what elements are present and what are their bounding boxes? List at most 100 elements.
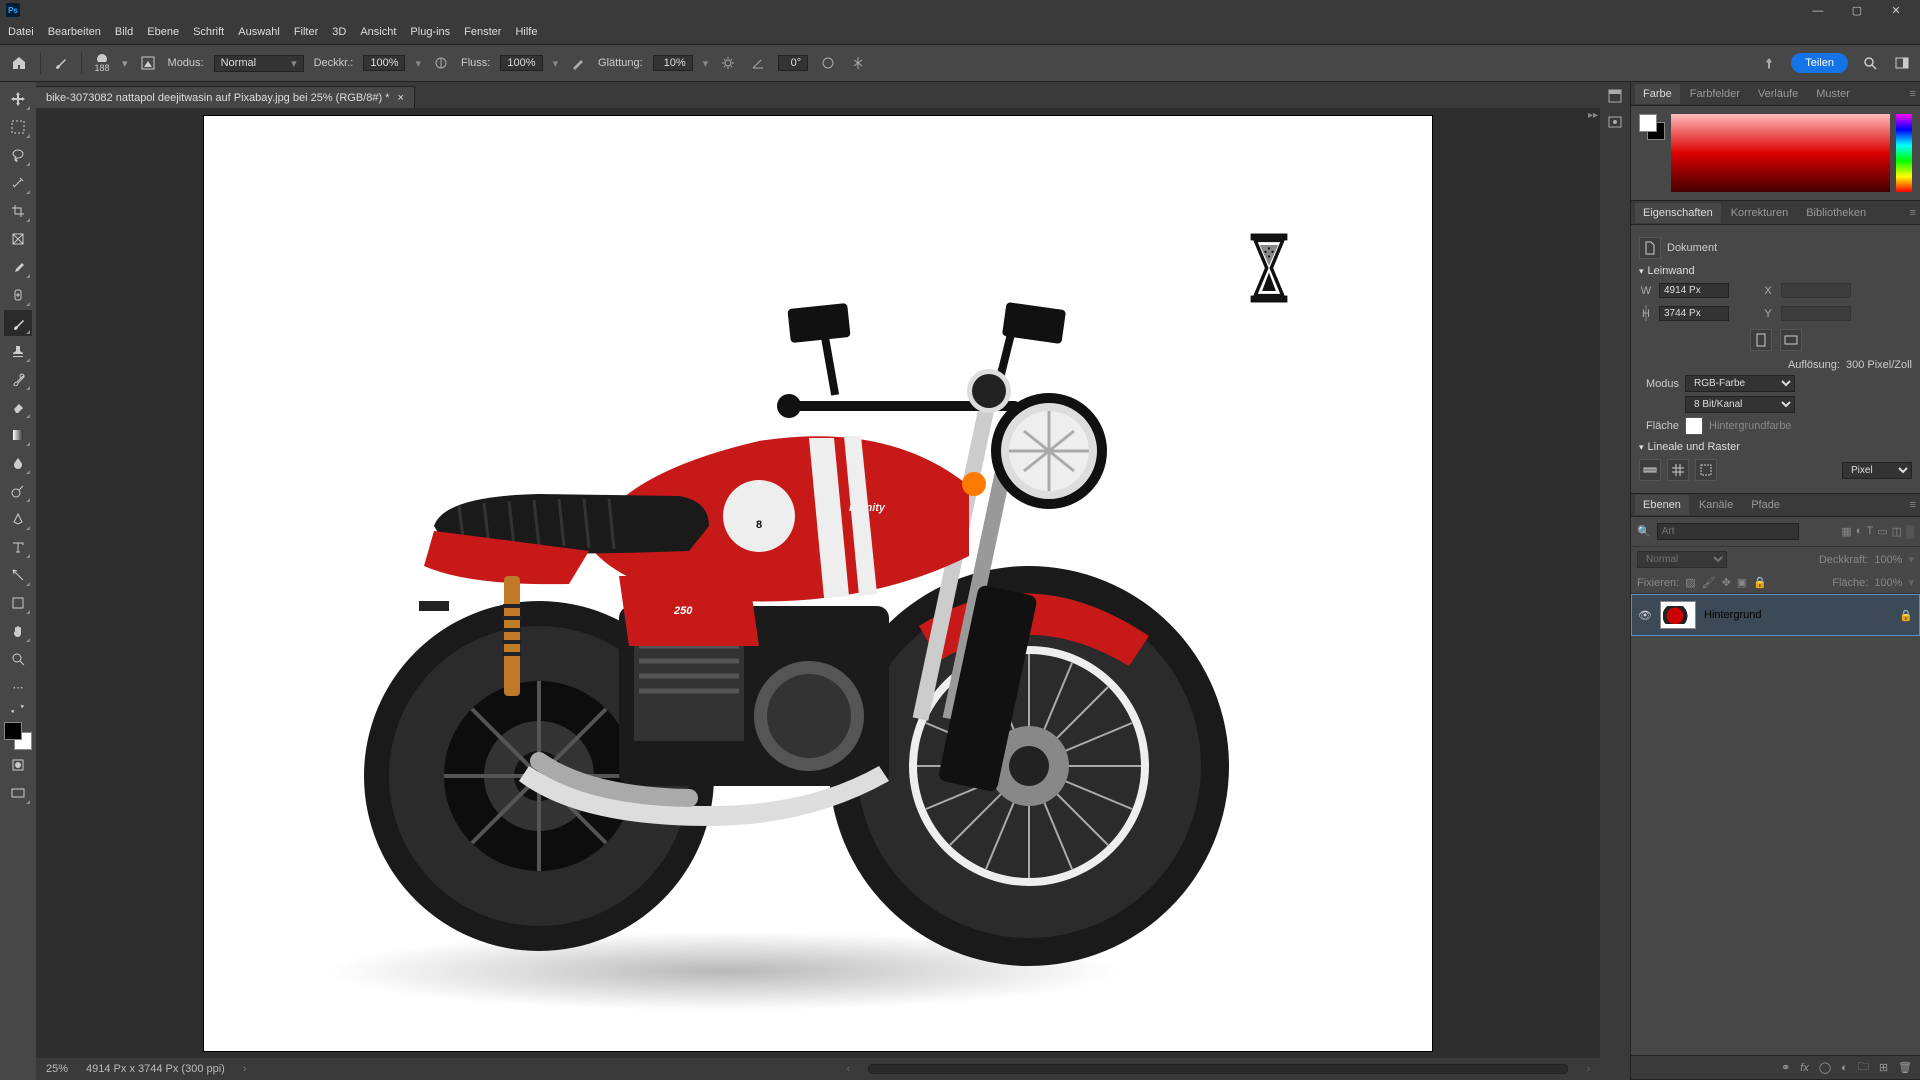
lasso-tool-icon[interactable] [4,142,32,168]
tab-farbe[interactable]: Farbe [1635,84,1680,104]
airbrush-icon[interactable] [568,53,588,73]
menu-ebene[interactable]: Ebene [147,26,179,38]
minimize-icon[interactable]: — [1800,5,1836,17]
search-icon[interactable] [1860,53,1880,73]
menu-3d[interactable]: 3D [332,26,346,38]
panel-menu-icon[interactable]: ≡ [1910,499,1916,511]
screenmode-icon[interactable] [4,780,32,806]
share-button[interactable]: Teilen [1791,53,1848,73]
crop-tool-icon[interactable] [4,198,32,224]
menu-fenster[interactable]: Fenster [464,26,501,38]
blend-mode-select[interactable]: Normal ▾ [214,55,304,72]
tab-kanale[interactable]: Kanäle [1691,495,1741,515]
dodge-tool-icon[interactable] [4,478,32,504]
home-icon[interactable] [8,52,30,74]
tab-eigenschaften[interactable]: Eigenschaften [1635,203,1721,223]
x-input[interactable] [1781,283,1851,298]
height-input[interactable] [1659,306,1729,321]
orientation-portrait-icon[interactable] [1750,329,1772,351]
menu-datei[interactable]: Datei [8,26,34,38]
tab-muster[interactable]: Muster [1808,84,1858,104]
pin-icon[interactable] [1759,53,1779,73]
fx-icon[interactable]: fx [1800,1062,1809,1074]
tab-korrekturen[interactable]: Korrekturen [1723,203,1796,223]
width-input[interactable] [1659,283,1729,298]
filter-adjust-icon[interactable]: ◐ [1856,525,1863,539]
tab-bibliotheken[interactable]: Bibliotheken [1798,203,1874,223]
gradient-tool-icon[interactable] [4,422,32,448]
window-buttons[interactable]: — ▢ ✕ [1800,4,1914,17]
filter-type-icon[interactable]: T [1866,525,1873,539]
heal-tool-icon[interactable] [4,282,32,308]
delete-icon[interactable]: 🗑 [1898,1061,1912,1074]
adjustment-icon[interactable]: ◐ [1841,1062,1848,1074]
menu-filter[interactable]: Filter [294,26,318,38]
layer-name[interactable]: Hintergrund [1704,609,1761,621]
close-tab-icon[interactable]: × [397,92,403,104]
quickmask-icon[interactable] [4,752,32,778]
panel-icon-b[interactable] [1607,114,1623,130]
pressure-opacity-icon[interactable] [431,53,451,73]
canvas[interactable]: ▸▸ [36,108,1600,1058]
shape-tool-icon[interactable] [4,590,32,616]
brush-preset-icon[interactable]: 188 [92,53,112,73]
collapse-panels-icon[interactable]: ▸▸ [1588,110,1598,121]
move-tool-icon[interactable] [4,86,32,112]
lock-all-icon[interactable]: 🔒 [1753,576,1767,589]
symmetry-icon[interactable] [848,53,868,73]
smoothing-gear-icon[interactable] [718,53,738,73]
pen-tool-icon[interactable] [4,506,32,532]
zoom-tool-icon[interactable] [4,646,32,672]
opacity-value[interactable]: 100% [363,55,405,71]
zoom-level[interactable]: 25% [46,1063,68,1075]
ruler-icon[interactable] [1639,459,1661,481]
smoothing-value[interactable]: 10% [653,55,693,71]
lock-artboard-icon[interactable]: ▣ [1737,576,1747,589]
link-layers-icon[interactable]: ⚭ [1781,1061,1790,1074]
marquee-tool-icon[interactable] [4,114,32,140]
panel-icon-a[interactable] [1607,88,1623,104]
y-input[interactable] [1781,306,1851,321]
mask-icon[interactable]: ◯ [1819,1061,1831,1074]
pressure-size-icon[interactable] [818,53,838,73]
tab-verlaufe[interactable]: Verläufe [1750,84,1806,104]
angle-value[interactable]: 0° [778,55,808,71]
grid-icon[interactable] [1667,459,1689,481]
visibility-icon[interactable]: 👁 [1638,609,1652,622]
eyedropper-tool-icon[interactable] [4,254,32,280]
tab-ebenen[interactable]: Ebenen [1635,495,1689,515]
brush-tool-icon-selected[interactable] [4,310,32,336]
lock-transparent-icon[interactable]: ▨ [1685,576,1695,589]
layer-fill-value[interactable]: 100% [1874,577,1902,589]
tab-farbfelder[interactable]: Farbfelder [1682,84,1748,104]
menu-ansicht[interactable]: Ansicht [360,26,396,38]
maximize-icon[interactable]: ▢ [1839,4,1875,17]
stamp-tool-icon[interactable] [4,338,32,364]
filter-image-icon[interactable]: ▦ [1841,525,1851,539]
menu-bild[interactable]: Bild [115,26,133,38]
swap-colors-icon[interactable] [4,702,32,716]
hand-tool-icon[interactable] [4,618,32,644]
menu-hilfe[interactable]: Hilfe [515,26,537,38]
ruler-section[interactable]: ▾Lineale und Raster [1639,441,1912,453]
hue-strip[interactable] [1896,114,1912,192]
orientation-landscape-icon[interactable] [1780,329,1802,351]
lock-paint-icon[interactable]: 🖌 [1702,576,1716,589]
color-field[interactable] [1671,114,1890,192]
workspace-icon[interactable] [1892,53,1912,73]
menu-schrift[interactable]: Schrift [193,26,224,38]
frame-tool-icon[interactable] [4,226,32,252]
color-swatch[interactable] [4,722,32,750]
menu-plugins[interactable]: Plug-ins [410,26,450,38]
unit-select[interactable]: Pixel [1842,462,1912,479]
brush-tool-icon[interactable] [51,53,71,73]
history-brush-icon[interactable] [4,366,32,392]
more-tools-icon[interactable]: ⋯ [4,674,32,700]
new-layer-icon[interactable]: ⊞ [1879,1061,1888,1074]
flow-value[interactable]: 100% [500,55,542,71]
doc-info[interactable]: 4914 Px x 3744 Px (300 ppi) [86,1063,225,1075]
panel-menu-icon[interactable]: ≡ [1910,88,1916,100]
lock-icon[interactable]: 🔒 [1899,609,1913,622]
blur-tool-icon[interactable] [4,450,32,476]
guides-icon[interactable] [1695,459,1717,481]
